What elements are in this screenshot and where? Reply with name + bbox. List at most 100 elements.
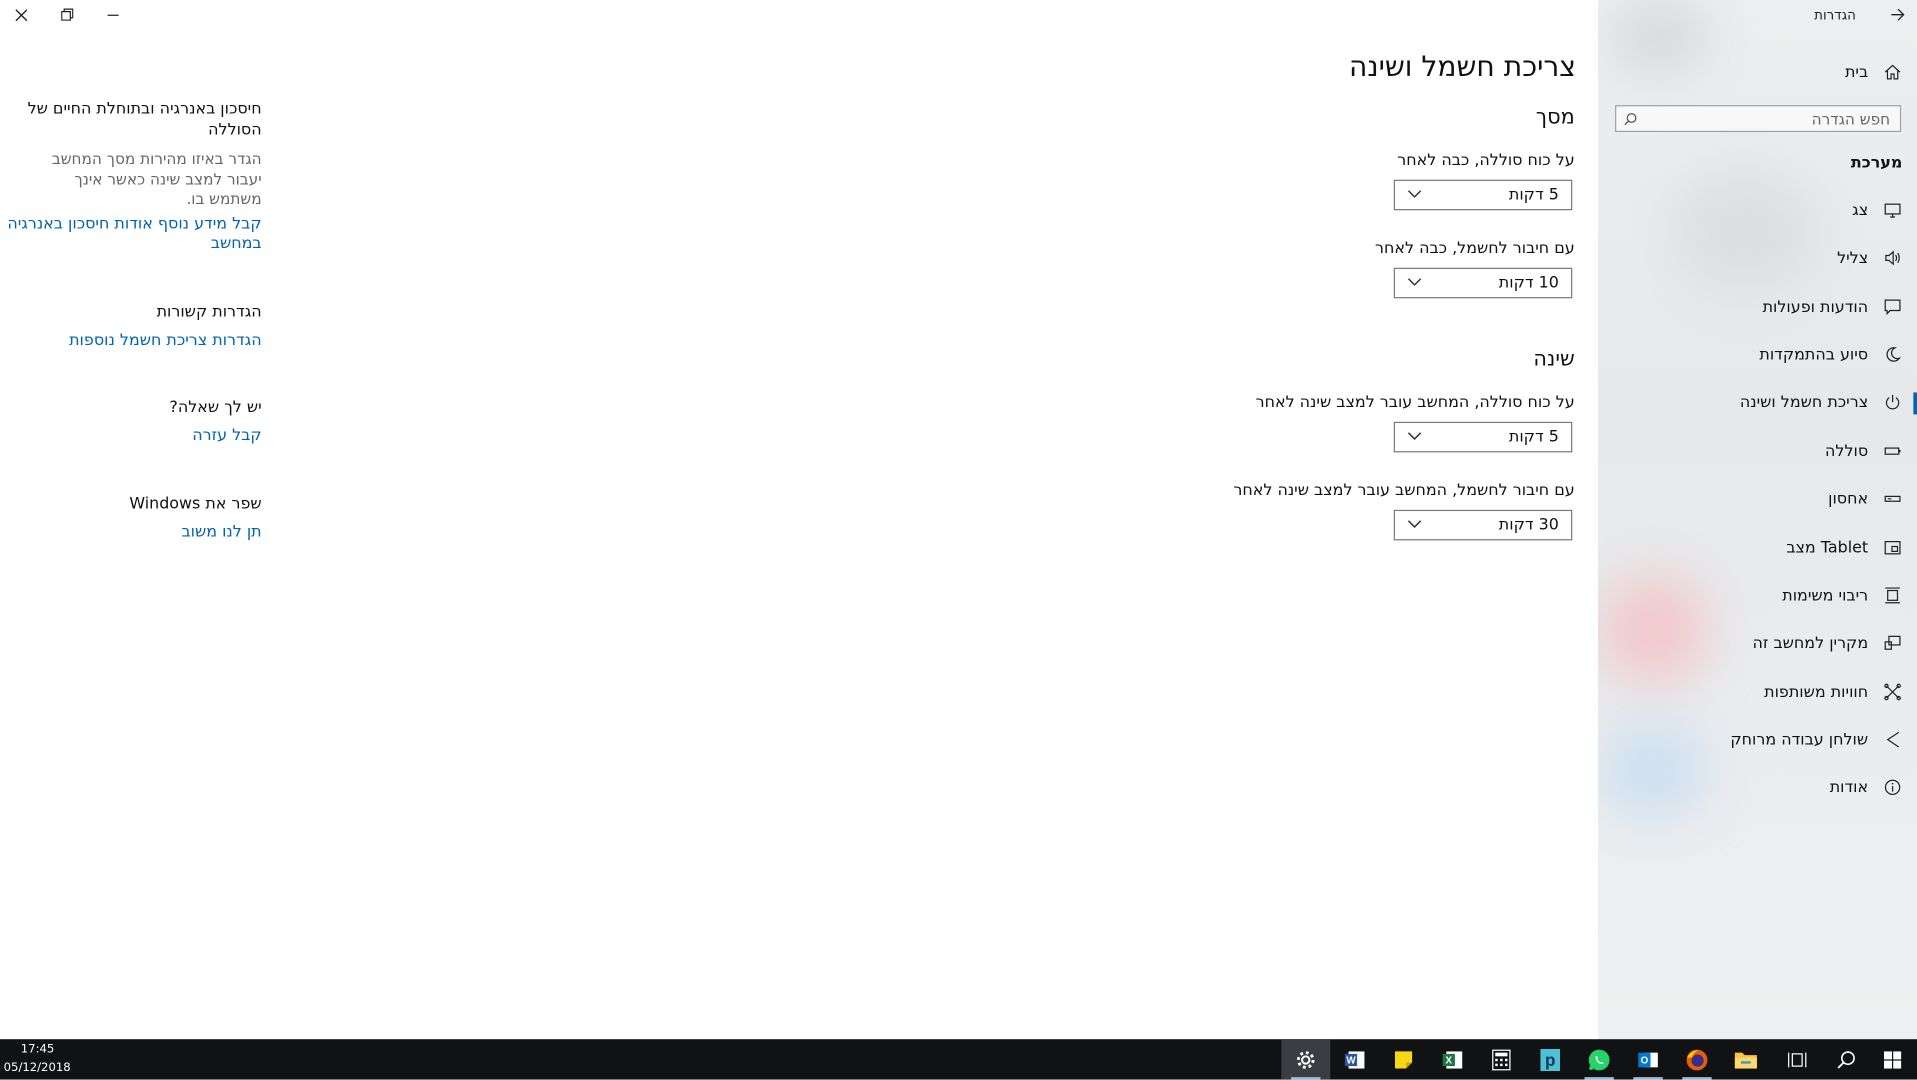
chevron-down-icon — [1407, 432, 1422, 440]
excel-icon: X — [1442, 1050, 1463, 1068]
taskbar-start[interactable] — [1868, 1039, 1917, 1079]
sidebar-item-sound[interactable]: צליל — [1837, 245, 1905, 272]
clock-date[interactable]: 05/12/2018 — [4, 1061, 71, 1074]
minimize-button[interactable] — [99, 5, 126, 25]
search-input[interactable]: חפש הגדרה — [1615, 105, 1902, 133]
notification-icon — [1880, 295, 1904, 319]
chevron-down-icon — [1407, 278, 1422, 286]
battery-saving-link-line1: קבל מידע נוסף אודות חיסכון באנרגיה — [7, 215, 262, 234]
get-help-link[interactable]: קבל עזרה — [192, 427, 261, 447]
sleep-plugged-dropdown[interactable]: 30 דקות — [1393, 509, 1573, 541]
sidebar-item-label: צג — [1852, 201, 1869, 220]
screen-battery-label: על כוח סוללה, כבה לאחר — [1397, 151, 1575, 170]
screen-plugged-dropdown[interactable]: 10 דקות — [1393, 267, 1573, 299]
taskbar-firefox[interactable] — [1673, 1039, 1722, 1080]
minimize-icon — [106, 14, 118, 16]
svg-text:p: p — [1545, 1050, 1555, 1069]
sidebar-item-label: חוויות משותפות — [1764, 682, 1869, 702]
moon-icon — [1880, 342, 1904, 366]
sleep-battery-dropdown[interactable]: 5 דקות — [1393, 421, 1573, 453]
sidebar-item-display[interactable]: צג — [1852, 197, 1905, 224]
remote-desktop-icon — [1880, 727, 1904, 751]
sleep-battery-value: 5 דקות — [1508, 427, 1559, 447]
sidebar-item-label: ריבוי משימות — [1782, 586, 1869, 605]
firefox-icon — [1686, 1048, 1708, 1070]
sidebar-item-focus-assist[interactable]: סיוע בהתמקדות — [1759, 341, 1904, 368]
power-icon — [1880, 390, 1904, 414]
arrow-right-icon — [1891, 8, 1905, 21]
taskbar-task-view[interactable] — [1773, 1039, 1822, 1079]
taskbar-search[interactable] — [1822, 1039, 1871, 1079]
sidebar-item-storage[interactable]: אחסון — [1828, 485, 1905, 512]
related-settings-title: הגדרות קשורות — [156, 303, 262, 322]
taskbar-calculator[interactable] — [1477, 1039, 1526, 1079]
give-feedback-link[interactable]: תן לנו משוב — [181, 523, 261, 543]
active-indicator — [1291, 1077, 1321, 1080]
multitasking-icon — [1880, 583, 1904, 607]
home-icon — [1880, 60, 1904, 84]
chevron-down-icon — [1407, 520, 1422, 528]
sleep-plugged-label: עם חיבור לחשמל, המחשב עובר למצב שינה לאח… — [1233, 481, 1575, 501]
sleep-battery-label: על כוח סוללה, המחשב עובר למצב שינה לאחר — [1255, 393, 1575, 413]
sidebar-item-power-sleep[interactable]: צריכת חשמל ושינה — [1740, 389, 1905, 416]
projector-icon — [1880, 631, 1904, 655]
active-indicator — [1682, 1077, 1712, 1080]
active-indicator — [1633, 1077, 1663, 1080]
sidebar-item-projecting[interactable]: מקרין למחשב זה — [1753, 630, 1905, 657]
calculator-icon — [1492, 1048, 1511, 1070]
screen-plugged-label: עם חיבור לחשמל, כבה לאחר — [1375, 239, 1575, 258]
sidebar-item-tablet-mode[interactable]: מצב Tablet — [1786, 534, 1904, 561]
file-explorer-icon — [1734, 1052, 1757, 1068]
svg-text:X: X — [1446, 1055, 1453, 1066]
sidebar-item-notifications[interactable]: הודעות ופעולות — [1763, 293, 1905, 320]
taskbar-sticky-notes[interactable] — [1379, 1039, 1428, 1079]
sidebar-item-home[interactable]: בית — [1845, 59, 1905, 86]
restore-button[interactable] — [54, 5, 81, 25]
battery-icon — [1880, 439, 1904, 463]
taskbar: 17:45 05/12/2018 W X p O — [0, 1039, 1917, 1080]
taskbar-publisher[interactable]: p — [1526, 1039, 1575, 1079]
sidebar-item-label: שולחן עבודה מרוחק — [1730, 730, 1869, 749]
svg-text:W: W — [1346, 1055, 1356, 1066]
battery-saving-title: חיסכון באנרגיה ובתוחלת החיים של הסוללה — [28, 100, 262, 140]
window-title: הגדרות — [1814, 7, 1856, 24]
taskbar-word[interactable]: W — [1330, 1039, 1379, 1079]
sidebar-item-label: סוללה — [1825, 441, 1869, 461]
sticky-notes-icon — [1394, 1050, 1413, 1068]
additional-power-settings-link[interactable]: הגדרות צריכת חשמל נוספות — [69, 331, 262, 351]
sidebar-item-battery[interactable]: סוללה — [1825, 438, 1905, 465]
svg-text:O: O — [1641, 1055, 1649, 1066]
start-icon — [1884, 1050, 1902, 1068]
sidebar-item-label: מצב Tablet — [1786, 538, 1869, 557]
close-button[interactable] — [7, 5, 34, 25]
clock-time[interactable]: 17:45 — [21, 1043, 54, 1056]
search-icon — [1624, 113, 1637, 126]
sidebar-item-about[interactable]: אודות — [1830, 774, 1905, 801]
page-title: צריכת חשמל ושינה — [1348, 51, 1576, 84]
screen-battery-dropdown[interactable]: 5 דקות — [1393, 179, 1573, 211]
search-icon — [1837, 1050, 1855, 1068]
taskbar-settings[interactable] — [1281, 1039, 1331, 1080]
sidebar-item-label: צריכת חשמל ושינה — [1739, 393, 1869, 412]
taskbar-outlook[interactable]: O — [1624, 1039, 1673, 1080]
sidebar-item-multitasking[interactable]: ריבוי משימות — [1782, 582, 1905, 609]
sidebar-item-remote-desktop[interactable]: שולחן עבודה מרוחק — [1730, 726, 1904, 753]
sidebar-item-label: אודות — [1829, 778, 1869, 797]
sidebar-item-shared-experiences[interactable]: חוויות משותפות — [1764, 679, 1905, 706]
sidebar-item-label: צליל — [1837, 248, 1869, 268]
taskbar-excel[interactable]: X — [1428, 1039, 1477, 1079]
selected-indicator — [1913, 392, 1917, 415]
taskbar-whatsapp[interactable] — [1575, 1039, 1624, 1080]
improve-windows-title: שפר את Windows — [129, 495, 262, 514]
outlook-icon: O — [1638, 1052, 1658, 1067]
section-title: מערכת — [1850, 154, 1903, 173]
sleep-heading: שינה — [1533, 347, 1575, 372]
sleep-plugged-value: 30 דקות — [1498, 515, 1559, 535]
back-button[interactable] — [1885, 4, 1909, 26]
battery-saving-link[interactable]: קבל מידע נוסף אודות חיסכון באנרגיה במחשב — [7, 215, 261, 254]
screen-heading: מסך — [1535, 105, 1575, 130]
sidebar-item-label: סיוע בהתמקדות — [1759, 345, 1869, 364]
sidebar-item-label: מקרין למחשב זה — [1752, 633, 1869, 653]
close-icon — [14, 8, 27, 21]
taskbar-file-explorer[interactable] — [1721, 1039, 1770, 1079]
